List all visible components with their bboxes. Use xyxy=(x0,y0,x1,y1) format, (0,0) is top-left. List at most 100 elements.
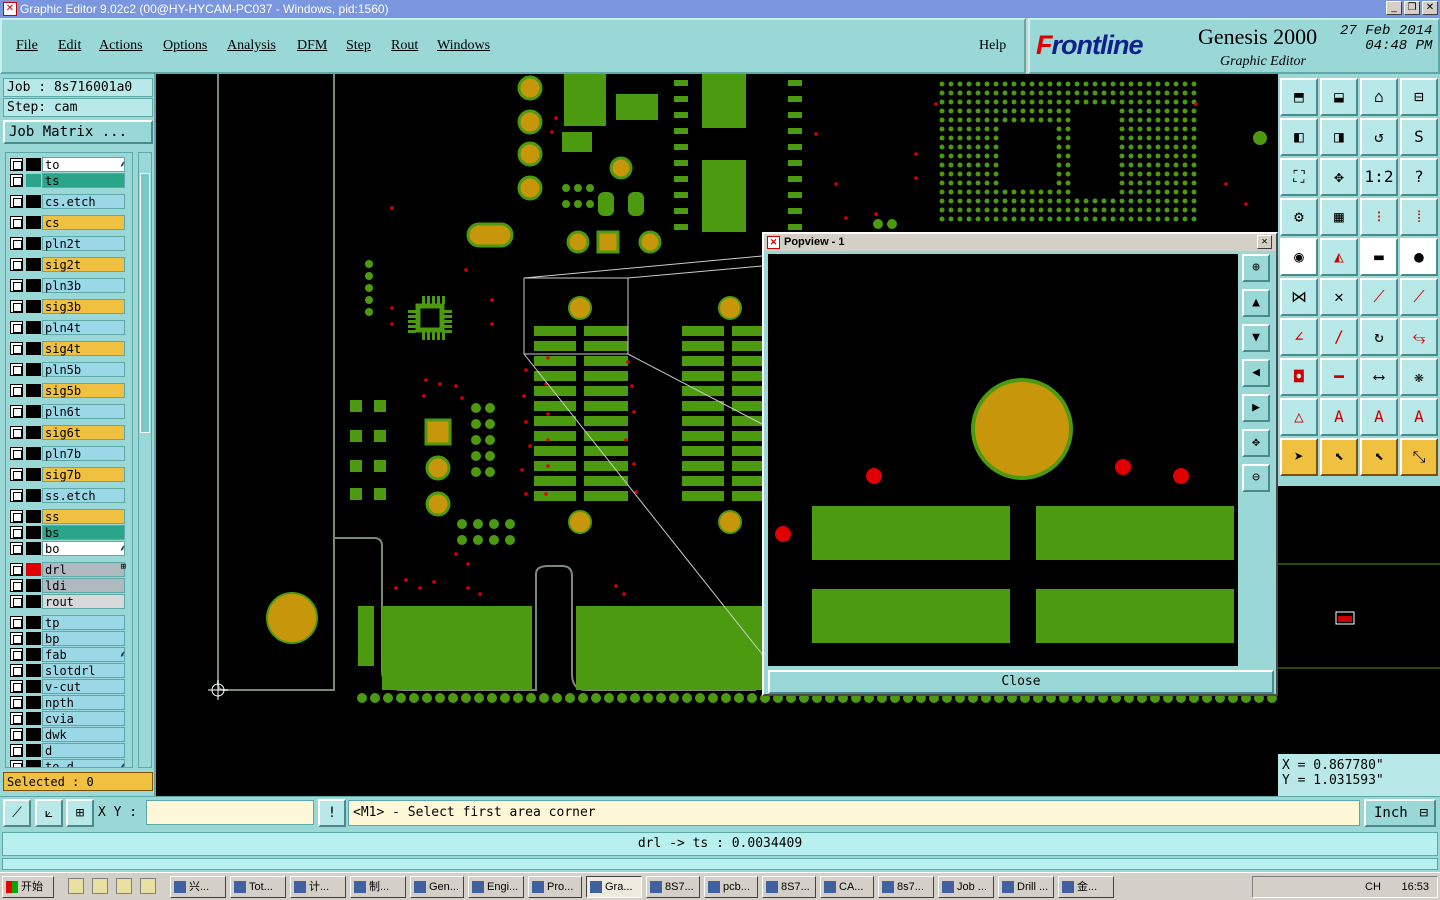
layer-color-swatch[interactable] xyxy=(26,664,41,677)
layer-checkbox[interactable] xyxy=(10,321,23,334)
layer-name[interactable]: pln6t xyxy=(42,404,125,419)
snap-icon[interactable]: ⟋ xyxy=(3,799,31,827)
taskbar-item[interactable]: 8S7... xyxy=(646,876,700,898)
restore-button[interactable]: ❐ xyxy=(1404,1,1420,15)
layer-checkbox[interactable] xyxy=(10,579,23,592)
ruler-icon[interactable]: ▬ xyxy=(1360,238,1398,276)
layer-name[interactable]: npth xyxy=(42,695,125,710)
layer-color-swatch[interactable] xyxy=(26,279,41,292)
layer-row-ss.etch[interactable]: ss.etch xyxy=(8,488,128,503)
layer-color-swatch[interactable] xyxy=(26,696,41,709)
triangle-icon[interactable]: △ xyxy=(1280,398,1318,436)
layer-name[interactable]: d xyxy=(42,743,125,758)
layer-checkbox[interactable] xyxy=(10,510,23,523)
popview-close-icon[interactable]: ✕ xyxy=(1257,235,1272,249)
layer-row-drl[interactable]: drl ⊞ xyxy=(8,562,128,577)
layer-name[interactable]: pln7b xyxy=(42,446,125,461)
layer-name[interactable]: drl xyxy=(42,562,125,577)
layer-checkbox[interactable] xyxy=(10,405,23,418)
angle-icon[interactable]: ∠ xyxy=(1280,318,1318,356)
slash-icon[interactable]: / xyxy=(1320,318,1358,356)
menu-windows[interactable]: Windows xyxy=(437,38,490,54)
layer-color-swatch[interactable] xyxy=(26,579,41,592)
taskbar-item[interactable]: 制... xyxy=(350,876,406,898)
layer-row-pln3b[interactable]: pln3b xyxy=(8,278,128,293)
line-icon[interactable]: ⟋ xyxy=(1360,278,1398,316)
layer-name[interactable]: pln4t xyxy=(42,320,125,335)
job-matrix-button[interactable]: Job Matrix ... xyxy=(3,120,153,144)
layer-row-bp[interactable]: bp xyxy=(8,631,128,646)
layer-checkbox[interactable] xyxy=(10,728,23,741)
layer-color-swatch[interactable] xyxy=(26,174,41,187)
layer-color-swatch[interactable] xyxy=(26,680,41,693)
layer-color-swatch[interactable] xyxy=(26,258,41,271)
pan-down-icon[interactable]: ▼ xyxy=(1242,324,1270,352)
layer-name[interactable]: sig3b xyxy=(42,299,125,314)
pan-left-icon[interactable]: ◧ xyxy=(1280,118,1318,156)
split-view-icon[interactable]: ⊟ xyxy=(1400,78,1438,116)
menu-actions[interactable]: Actions xyxy=(99,38,143,54)
feature-icon[interactable]: ◉ xyxy=(1280,238,1318,276)
layer-name[interactable]: cvia xyxy=(42,711,125,726)
layer-checkbox[interactable] xyxy=(10,363,23,376)
layer-name[interactable]: pln2t xyxy=(42,236,125,251)
taskbar-item[interactable]: CA... xyxy=(820,876,874,898)
layer-row-sig5b[interactable]: sig5b xyxy=(8,383,128,398)
layer-color-swatch[interactable] xyxy=(26,728,41,741)
layer-name[interactable]: pln5b xyxy=(42,362,125,377)
zoom-fit-icon[interactable]: ⛶ xyxy=(1280,158,1318,196)
taskbar-item[interactable]: Drill ... xyxy=(998,876,1054,898)
help-icon[interactable]: ? xyxy=(1400,158,1438,196)
layer-checkbox[interactable] xyxy=(10,595,23,608)
menu-edit[interactable]: Edit xyxy=(58,38,81,54)
layer-color-swatch[interactable] xyxy=(26,195,41,208)
layer-color-swatch[interactable] xyxy=(26,384,41,397)
pan-right-icon[interactable]: ▶ xyxy=(1242,394,1270,422)
scale-1-2-icon[interactable]: 1:2 xyxy=(1360,158,1398,196)
layer-color-swatch[interactable] xyxy=(26,426,41,439)
layer-row-npth[interactable]: npth xyxy=(8,695,128,710)
taskbar-item[interactable]: Tot... xyxy=(230,876,286,898)
layer-row-cvia[interactable]: cvia xyxy=(8,711,128,726)
menu-step[interactable]: Step xyxy=(346,38,371,54)
layer-row-cs[interactable]: cs xyxy=(8,215,128,230)
layer-checkbox[interactable] xyxy=(10,426,23,439)
measure-icon[interactable]: ◭ xyxy=(1320,238,1358,276)
menu-rout[interactable]: Rout xyxy=(391,38,418,54)
layer-color-swatch[interactable] xyxy=(26,342,41,355)
taskbar-item[interactable]: Gen... xyxy=(410,876,464,898)
language-indicator[interactable]: CH xyxy=(1365,881,1381,893)
layer-row-dwk[interactable]: dwk xyxy=(8,727,128,742)
taskbar-item[interactable]: 金... xyxy=(1058,876,1114,898)
layer-row-rout[interactable]: rout xyxy=(8,594,128,609)
layer-checkbox[interactable] xyxy=(10,760,23,767)
taskbar-item[interactable]: pcb... xyxy=(704,876,758,898)
layer-color-swatch[interactable] xyxy=(26,447,41,460)
pan-up-icon[interactable]: ▲ xyxy=(1242,289,1270,317)
layer-row-tp[interactable]: tp xyxy=(8,615,128,630)
layer-name[interactable]: tp xyxy=(42,615,125,630)
layer-name[interactable]: ss xyxy=(42,509,125,524)
status-scrollbar[interactable] xyxy=(2,858,1438,870)
layer-name[interactable]: ss.etch xyxy=(42,488,125,503)
layer-color-swatch[interactable] xyxy=(26,616,41,629)
layer-color-swatch[interactable] xyxy=(26,563,41,576)
layer-name[interactable]: pln3b xyxy=(42,278,125,293)
taskbar-item[interactable]: Gra... xyxy=(586,876,642,898)
layer-row-to_d[interactable]: to_d ⸙ xyxy=(8,759,128,767)
xy-input[interactable] xyxy=(146,800,314,825)
layer-color-swatch[interactable] xyxy=(26,468,41,481)
layer-color-swatch[interactable] xyxy=(26,489,41,502)
settings-icon[interactable]: ⚙ xyxy=(1280,198,1318,236)
layer-checkbox[interactable] xyxy=(10,468,23,481)
taskbar-item[interactable]: 8s7... xyxy=(878,876,934,898)
pan-right-icon[interactable]: ◨ xyxy=(1320,118,1358,156)
route-icon[interactable]: ⤡ xyxy=(1400,438,1438,476)
popview-canvas[interactable] xyxy=(768,254,1238,666)
layer-row-pln2t[interactable]: pln2t xyxy=(8,236,128,251)
redraw-icon[interactable]: S xyxy=(1400,118,1438,156)
layer-name[interactable]: bo xyxy=(42,541,125,556)
taskbar-item[interactable]: 兴... xyxy=(170,876,226,898)
layer-name[interactable]: fab xyxy=(42,647,125,662)
layer-name[interactable]: ldi xyxy=(42,578,125,593)
